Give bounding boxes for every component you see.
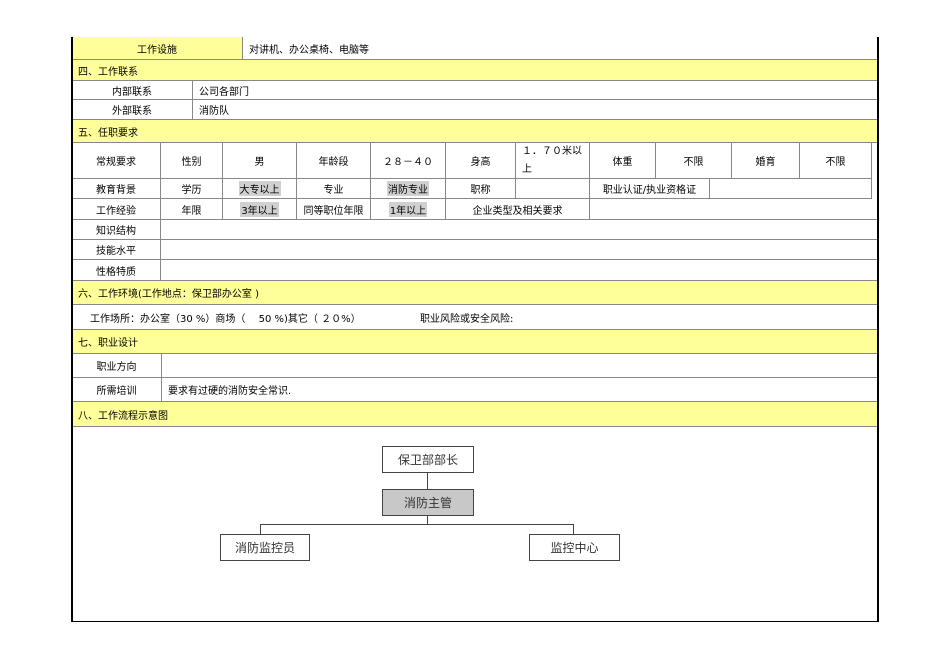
r3-cell <box>590 199 878 220</box>
r2-cell <box>516 179 590 199</box>
cell-text: １．７０米以上 <box>522 145 582 175</box>
org-line <box>427 516 428 524</box>
org-box-director: 保卫部部长 <box>382 446 474 473</box>
r1-cell: 男 <box>223 143 297 179</box>
r3-cell: 同等职位年限 <box>297 199 371 220</box>
section-6-header: 六、工作环境(工作地点：保卫部办公室 ) <box>72 281 878 305</box>
r3-cell: 工作经验 <box>72 199 161 220</box>
knowledge-value <box>161 220 878 240</box>
internal-contact-label: 内部联系 <box>72 81 193 100</box>
cell-text: 性别 <box>181 157 202 168</box>
external-contact-value: 消防队 <box>193 100 878 120</box>
section-7-header: 七、职业设计 <box>72 330 878 354</box>
external-contact-label: 外部联系 <box>72 100 193 120</box>
r1-cell: 常规要求 <box>72 143 161 179</box>
r1-cell: 性别 <box>161 143 223 179</box>
org-box-monitor-staff: 消防监控员 <box>220 534 310 561</box>
cell-text: 大专以上 <box>238 181 281 196</box>
r2-cell: 专业 <box>297 179 371 199</box>
r3-cell: 年限 <box>161 199 223 220</box>
r1-cell: 不限 <box>656 143 732 179</box>
cell-text: 专业 <box>323 185 344 196</box>
facilities-label: 工作设施 <box>72 37 243 60</box>
cell-text: 消防专业 <box>387 181 429 196</box>
r1-cell: １．７０米以上 <box>516 143 590 179</box>
cell-text: 职称 <box>470 185 491 196</box>
knowledge-label: 知识结构 <box>72 220 161 240</box>
section-8-header: 八、工作流程示意图 <box>72 402 878 427</box>
r2-cell: 大专以上 <box>223 179 297 199</box>
r1-cell: 体重 <box>590 143 656 179</box>
org-line <box>427 473 428 489</box>
r2-cell <box>710 179 872 199</box>
r1-cell: ２８－４０ <box>371 143 446 179</box>
cell-text: 男 <box>254 157 265 168</box>
work-place: 工作场所：办公室（30 %）商场（ 50 %)其它（ ２０%） <box>90 313 361 325</box>
personality-label: 性格特质 <box>72 260 161 281</box>
r1-cell: 年龄段 <box>297 143 371 179</box>
cell-text: 学历 <box>181 185 202 196</box>
internal-contact-value: 公司各部门 <box>193 81 878 100</box>
cell-text: 1年以上 <box>388 201 428 217</box>
cell-text: 体重 <box>612 157 633 168</box>
cell-text: 3年以上 <box>240 201 279 217</box>
r1-cell: 不限 <box>800 143 872 179</box>
risk-label: 职业风险或安全风险: <box>420 313 514 325</box>
direction-value <box>162 354 878 378</box>
cell-text: 工作经验 <box>96 205 136 217</box>
cell-text: 婚育 <box>755 157 776 168</box>
r3-cell: 3年以上 <box>223 199 297 220</box>
org-box-supervisor: 消防主管 <box>382 489 474 516</box>
facilities-value: 对讲机、办公桌椅、电脑等 <box>243 37 878 60</box>
org-box-monitor-center: 监控中心 <box>529 534 620 561</box>
work-place-row: 工作场所：办公室（30 %）商场（ 50 %)其它（ ２０%） 职业风险或安全风… <box>72 305 878 330</box>
personality-value <box>161 260 878 281</box>
skill-label: 技能水平 <box>72 240 161 260</box>
cell-text: 职业认证/执业资格证 <box>602 185 697 196</box>
r1-cell: 身高 <box>446 143 516 179</box>
r2-cell: 学历 <box>161 179 223 199</box>
cell-text: ２８－４０ <box>383 157 433 168</box>
org-line <box>573 524 574 534</box>
r3-cell: 1年以上 <box>371 199 446 220</box>
org-line <box>260 524 261 534</box>
r2-cell: 职业认证/执业资格证 <box>590 179 710 199</box>
r2-cell: 教育背景 <box>72 179 161 199</box>
cell-text: 教育背景 <box>96 185 136 196</box>
cell-text: 同等职位年限 <box>303 205 364 217</box>
training-label: 所需培训 <box>72 378 162 402</box>
cell-text: 不限 <box>683 157 704 168</box>
r2-cell: 职称 <box>446 179 516 199</box>
section-5-header: 五、任职要求 <box>72 120 878 143</box>
cell-text: 企业类型及相关要求 <box>472 205 563 217</box>
cell-text: 身高 <box>470 157 491 168</box>
section-4-header: 四、工作联系 <box>72 60 878 81</box>
cell-text: 年龄段 <box>318 157 349 168</box>
r2-cell: 消防专业 <box>371 179 446 199</box>
training-value: 要求有过硬的消防安全常识. <box>162 378 878 402</box>
cell-text: 年限 <box>181 205 202 217</box>
r3-cell: 企业类型及相关要求 <box>446 199 590 220</box>
cell-text: 常规要求 <box>96 157 136 168</box>
r1-cell: 婚育 <box>732 143 800 179</box>
skill-value <box>161 240 878 260</box>
direction-label: 职业方向 <box>72 354 162 378</box>
cell-text: 不限 <box>825 157 846 168</box>
org-line <box>260 524 574 525</box>
